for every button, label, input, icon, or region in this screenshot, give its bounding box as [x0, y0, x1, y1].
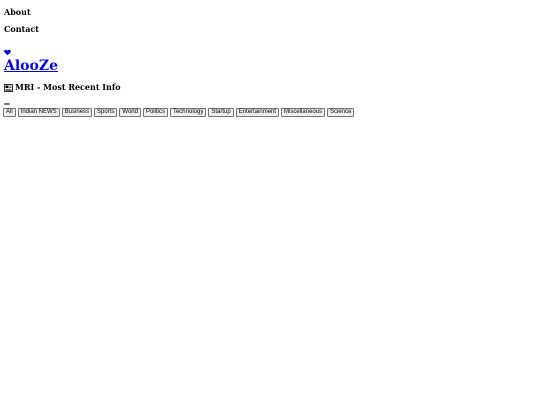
- filter-sports-button[interactable]: Sports: [94, 108, 118, 117]
- filter-startup-button[interactable]: Startup: [208, 108, 234, 117]
- category-filter-bar: All Indian NEWS Business Sports World Po…: [3, 108, 355, 117]
- filter-science-button[interactable]: Science: [327, 108, 355, 117]
- filter-politics-button[interactable]: Politics: [142, 108, 168, 117]
- heart-icon[interactable]: [4, 41, 11, 56]
- filter-business-button[interactable]: Business: [61, 108, 93, 117]
- filter-all-button[interactable]: All: [3, 108, 16, 117]
- filter-indian-news-button[interactable]: Indian NEWS: [17, 108, 60, 117]
- brand-link[interactable]: AlooZe: [4, 57, 58, 75]
- filter-technology-button[interactable]: Technology: [169, 108, 207, 117]
- nav-about-link[interactable]: About: [4, 7, 31, 17]
- newspaper-icon: [4, 83, 13, 92]
- filter-miscellaneous-button[interactable]: Miscellaneous: [281, 108, 326, 117]
- filter-world-button[interactable]: World: [119, 108, 141, 117]
- page-tagline: MRI - Most Recent Info: [4, 82, 121, 93]
- tagline-text: MRI - Most Recent Info: [15, 82, 121, 92]
- filter-entertainment-button[interactable]: Entertainment: [235, 108, 280, 117]
- menu-toggle-button[interactable]: [4, 103, 10, 105]
- nav-contact-link[interactable]: Contact: [4, 24, 39, 34]
- page: About Contact AlooZe MRI - Most Recent I…: [0, 0, 540, 405]
